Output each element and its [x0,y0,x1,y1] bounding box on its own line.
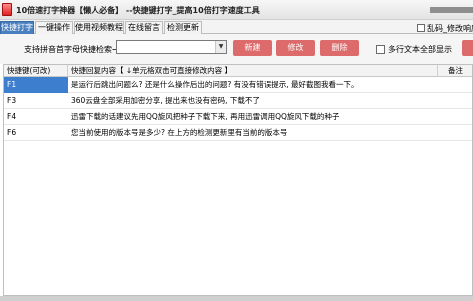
note-cell[interactable] [438,125,472,141]
table-row[interactable]: F4 迅雷下载的话建议先用QQ旋风把种子下载下来, 再用迅雷调用QQ旋风下载的种… [4,109,472,125]
toolbar: 支持拼音首字母快捷检索→ ▼ 新建 修改 删除 多行文本全部显示 [0,34,473,64]
note-cell[interactable] [438,93,472,109]
multiline-checkbox[interactable] [376,45,385,54]
search-combobox[interactable]: ▼ [116,40,227,54]
column-header-content[interactable]: 快捷回复内容【 ↓单元格双击可直接修改内容 】 [68,65,438,77]
table-row[interactable]: F1 是运行后跳出问题么? 还是什么操作后出的问题? 有没有错误提示, 最好截图… [4,77,472,93]
edit-button[interactable]: 修改 [276,40,315,56]
reply-content-cell[interactable]: 您当前使用的版本号是多少? 在上方的检测更新里有当前的版本号 [68,125,438,141]
search-hint: 支持拼音首字母快捷检索→ [24,45,119,54]
reply-content-cell[interactable]: 360云盘全部采用加密分享, 提出来也没有密码, 下载不了 [68,93,438,109]
shortcut-key-cell[interactable]: F3 [4,93,68,109]
note-cell[interactable] [438,109,472,125]
garble-fix-checkbox[interactable] [417,24,425,32]
chevron-down-icon[interactable]: ▼ [215,41,226,53]
shortcut-key-cell[interactable]: F1 [4,77,68,93]
shortcut-table: 快捷键(可改) 快捷回复内容【 ↓单元格双击可直接修改内容 】 备注 F1 是运… [3,64,473,296]
tab-video-tutorial[interactable]: 使用视频教程 [74,21,124,34]
tab-bar: 快捷打字 一键操作 使用视频教程 在线留言 检测更新 [0,20,473,34]
tab-one-click[interactable]: 一键操作 [35,21,73,34]
tab-online-message[interactable]: 在线留言 [125,21,163,34]
table-row[interactable]: F3 360云盘全部采用加密分享, 提出来也没有密码, 下载不了 [4,93,472,109]
window-controls[interactable] [430,7,473,13]
status-bar [0,296,473,301]
app-icon [2,3,12,16]
table-row[interactable]: F6 您当前使用的版本号是多少? 在上方的检测更新里有当前的版本号 [4,125,472,141]
column-header-key[interactable]: 快捷键(可改) [4,65,68,77]
multiline-label: 多行文本全部显示 [388,45,452,54]
reply-content-cell[interactable]: 是运行后跳出问题么? 还是什么操作后出的问题? 有没有错误提示, 最好截图我看一… [68,77,438,93]
window-title: 10倍速打字神器【懒人必备】 --快捷键打字_提高10倍打字速度工具 [16,6,260,15]
note-cell[interactable] [438,77,472,93]
table-header: 快捷键(可改) 快捷回复内容【 ↓单元格双击可直接修改内容 】 备注 [4,65,472,77]
garble-fix-label: 乱码_修改响应 [427,24,473,33]
delete-button[interactable]: 删除 [320,40,359,56]
more-button[interactable] [462,40,473,56]
tab-check-update[interactable]: 检测更新 [164,21,202,34]
title-bar: 10倍速打字神器【懒人必备】 --快捷键打字_提高10倍打字速度工具 [0,0,473,20]
new-button[interactable]: 新建 [233,40,272,56]
shortcut-key-cell[interactable]: F6 [4,125,68,141]
shortcut-key-cell[interactable]: F4 [4,109,68,125]
reply-content-cell[interactable]: 迅雷下载的话建议先用QQ旋风把种子下载下来, 再用迅雷调用QQ旋风下载的种子 [68,109,438,125]
column-header-note[interactable]: 备注 [438,65,472,77]
tab-quick-typing[interactable]: 快捷打字 [0,21,34,34]
